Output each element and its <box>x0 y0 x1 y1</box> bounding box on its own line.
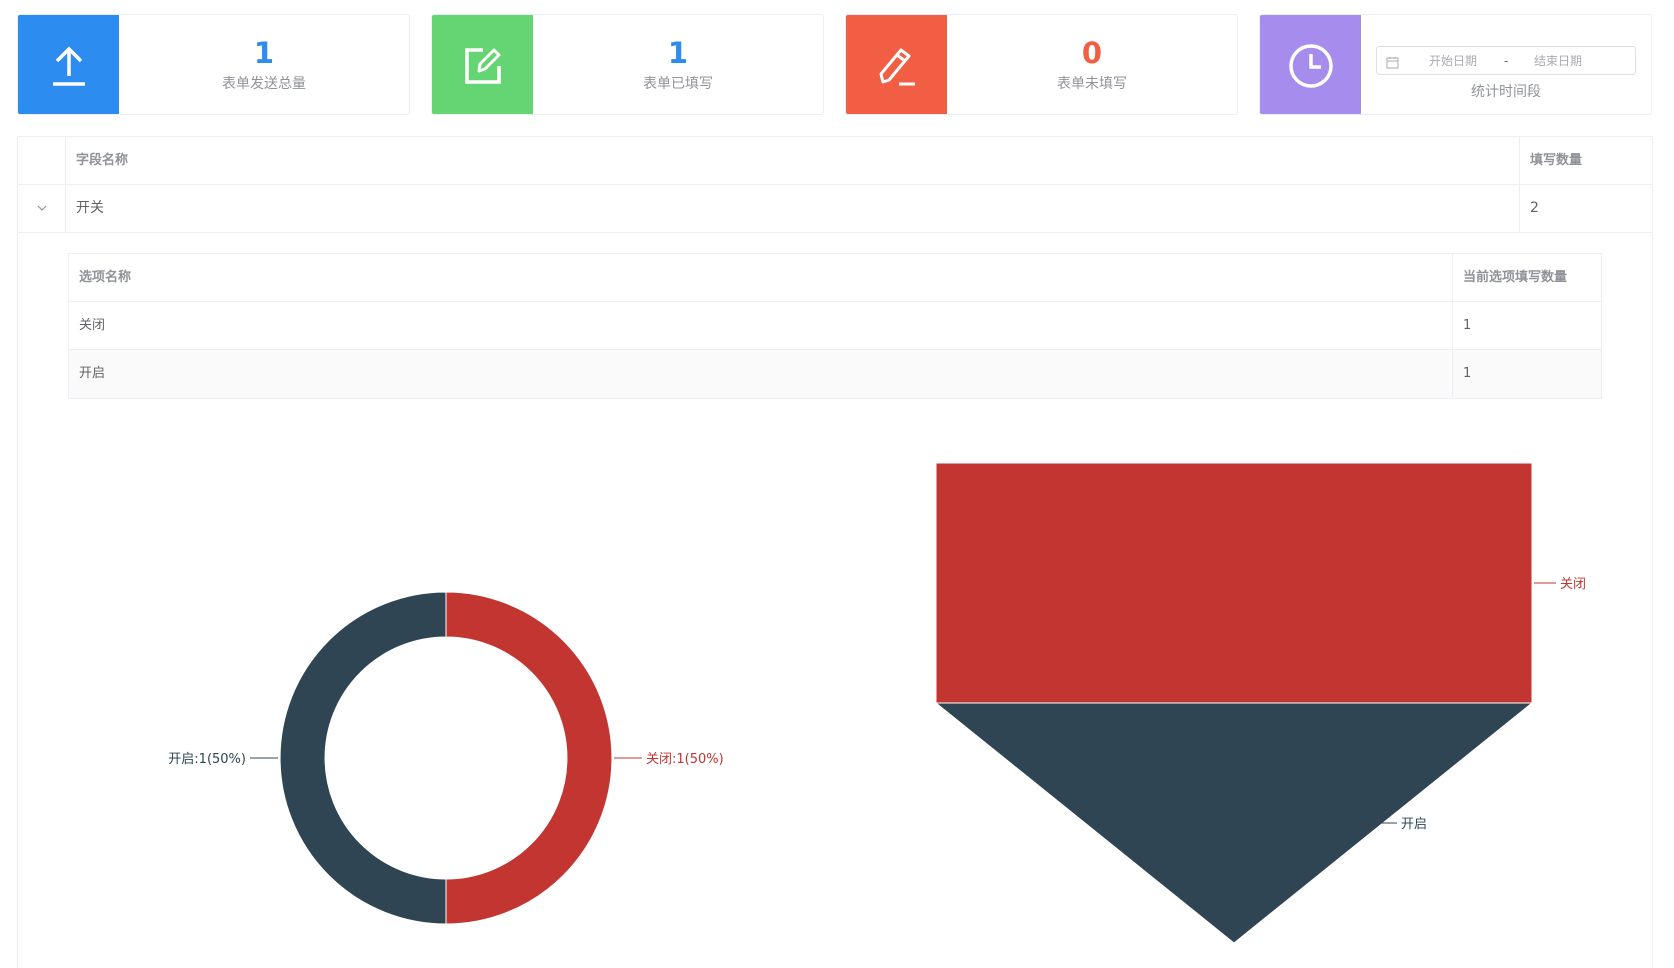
total-sent-value: 1 <box>253 36 275 70</box>
donut-slice <box>445 591 613 925</box>
end-date-input[interactable]: 结束日期 <box>1534 53 1582 69</box>
field-count-cell: 2 <box>1530 200 1539 216</box>
calendar-icon <box>1386 54 1399 73</box>
option-row: 开启 1 <box>69 350 1601 398</box>
donut-chart: 关闭:1(50%) 开启:1(50%) <box>168 591 724 925</box>
option-table: 选项名称 当前选项填写数量 关闭 1 开启 1 <box>68 253 1602 399</box>
unfilled-value: 0 <box>1081 36 1103 70</box>
donut-slice-label: 关闭:1(50%) <box>646 752 724 767</box>
table-header: 字段名称 填写数量 <box>18 137 1652 185</box>
stat-card-period: 开始日期 - 结束日期 统计时间段 <box>1259 14 1652 115</box>
expand-toggle[interactable] <box>18 185 66 232</box>
column-header-count: 填写数量 <box>1530 153 1583 168</box>
unfilled-label: 表单未填写 <box>1057 76 1127 92</box>
funnel-stage-label: 开启 <box>1401 817 1427 832</box>
date-range-picker[interactable]: 开始日期 - 结束日期 <box>1376 46 1636 75</box>
pencil-icon <box>846 15 947 114</box>
date-range-separator: - <box>1504 54 1509 68</box>
table-row[interactable]: 开关 2 <box>18 185 1652 233</box>
donut-slice <box>279 591 447 925</box>
column-header-field-name: 字段名称 <box>66 137 1520 184</box>
total-sent-label: 表单发送总量 <box>222 76 306 92</box>
stat-card-unfilled: 0 表单未填写 <box>845 14 1238 115</box>
column-header-option-count: 当前选项填写数量 <box>1463 270 1568 285</box>
option-name-cell: 关闭 <box>69 302 1453 349</box>
start-date-input[interactable]: 开始日期 <box>1429 53 1477 69</box>
stat-card-total-sent: 1 表单发送总量 <box>17 14 410 115</box>
option-count-cell: 1 <box>1463 366 1472 381</box>
chevron-down-icon <box>37 205 46 211</box>
donut-slice-label: 开启:1(50%) <box>168 752 246 767</box>
funnel-segment <box>934 702 1534 944</box>
funnel-chart: 关闭开启 <box>934 462 1586 944</box>
filled-label: 表单已填写 <box>643 76 713 92</box>
option-row: 关闭 1 <box>69 302 1601 350</box>
upload-icon <box>18 15 119 114</box>
field-name-cell: 开关 <box>66 185 1520 232</box>
funnel-segment <box>935 462 1533 704</box>
column-header-option-name: 选项名称 <box>69 254 1453 301</box>
option-table-header: 选项名称 当前选项填写数量 <box>69 254 1601 302</box>
expand-column-header <box>18 137 66 184</box>
stat-card-filled: 1 表单已填写 <box>431 14 824 115</box>
option-count-cell: 1 <box>1463 318 1472 333</box>
clock-icon <box>1260 15 1361 114</box>
period-label: 统计时间段 <box>1471 84 1541 100</box>
filled-value: 1 <box>667 36 689 70</box>
option-name-cell: 开启 <box>69 350 1453 397</box>
funnel-stage-label: 关闭 <box>1560 577 1586 592</box>
edit-icon <box>432 15 533 114</box>
field-table: 字段名称 填写数量 开关 2 <box>17 136 1653 233</box>
